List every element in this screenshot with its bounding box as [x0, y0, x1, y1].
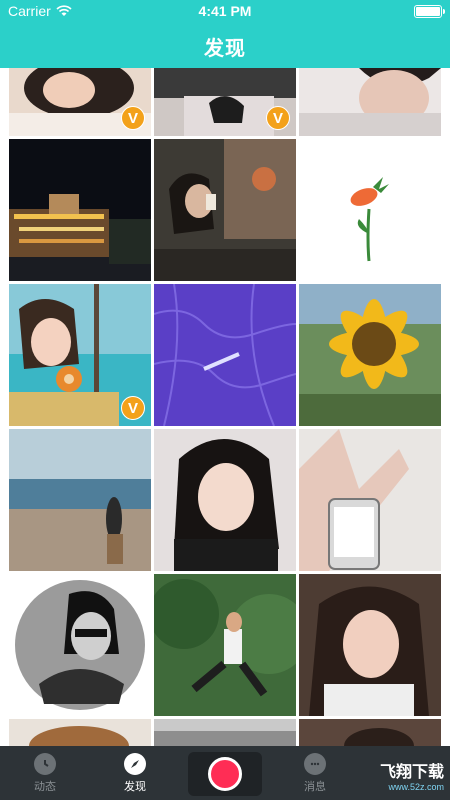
verified-badge: V	[266, 106, 290, 130]
photo-tile[interactable]: V	[9, 284, 151, 426]
photo-tile[interactable]	[299, 139, 441, 281]
tab-dynamics[interactable]: 动态	[20, 746, 70, 800]
chat-bubble-icon	[304, 752, 326, 775]
photo-tile[interactable]	[154, 429, 296, 571]
status-bar: Carrier 4:41 PM	[0, 0, 450, 22]
compass-icon	[124, 752, 146, 775]
verified-badge: V	[121, 396, 145, 420]
photo-tile[interactable]: V	[9, 68, 151, 136]
photo-tile[interactable]	[299, 68, 441, 136]
photo-tile[interactable]	[299, 429, 441, 571]
photo-tile[interactable]	[9, 574, 151, 716]
tab-messages[interactable]: 消息	[290, 746, 340, 800]
photo-tile[interactable]	[9, 719, 151, 746]
tab-label: 发现	[124, 780, 146, 793]
photo-tile[interactable]	[9, 429, 151, 571]
page-title: 发现	[204, 38, 246, 60]
photo-grid[interactable]: V V V	[0, 68, 450, 746]
watermark-sub: www.52z.com	[388, 782, 444, 792]
time-label: 4:41 PM	[198, 3, 252, 19]
photo-tile[interactable]	[154, 574, 296, 716]
record-button[interactable]	[188, 752, 262, 796]
battery-icon	[414, 4, 445, 18]
tab-label: 动态	[34, 780, 56, 793]
photo-tile[interactable]	[299, 574, 441, 716]
tab-label: 消息	[304, 780, 326, 793]
tab-discover[interactable]: 发现	[110, 746, 160, 800]
clock-icon	[34, 752, 56, 775]
photo-tile[interactable]	[154, 719, 296, 746]
photo-tile[interactable]	[9, 139, 151, 281]
photo-tile[interactable]	[299, 284, 441, 426]
record-icon	[208, 757, 242, 791]
photo-tile[interactable]: V	[154, 68, 296, 136]
watermark-main: 飞翔下载	[379, 764, 444, 781]
photo-tile[interactable]	[299, 719, 441, 746]
top-bar: Carrier 4:41 PM 发现	[0, 0, 450, 68]
photo-tile[interactable]	[154, 284, 296, 426]
verified-badge: V	[121, 106, 145, 130]
photo-tile[interactable]	[154, 139, 296, 281]
watermark: 飞翔下载 www.52z.com	[379, 764, 444, 794]
